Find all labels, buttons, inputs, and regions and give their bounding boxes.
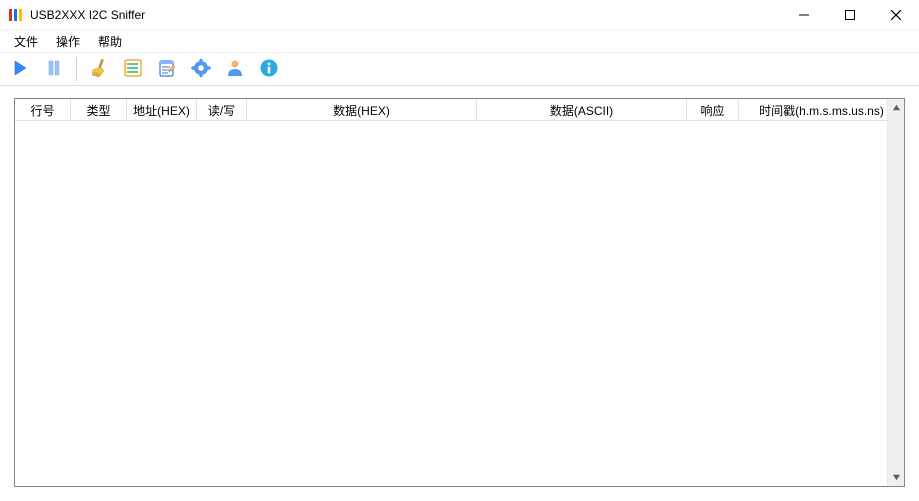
col-data-ascii[interactable]: 数据(ASCII) <box>477 99 687 121</box>
list-icon <box>123 58 143 81</box>
menu-bar: 文件 操作 帮助 <box>0 30 919 52</box>
info-icon <box>259 58 279 81</box>
menu-file[interactable]: 文件 <box>6 31 46 52</box>
start-button[interactable] <box>6 55 34 83</box>
info-button[interactable] <box>255 55 283 83</box>
col-timestamp[interactable]: 时间戳(h.m.s.ms.us.ns) <box>739 99 904 121</box>
col-row-number[interactable]: 行号 <box>15 99 71 121</box>
scroll-up-arrow[interactable] <box>888 99 905 116</box>
pause-icon <box>44 58 64 81</box>
broom-icon <box>89 58 109 81</box>
toolbar-separator <box>76 57 77 81</box>
toolbar <box>0 52 919 86</box>
clear-button[interactable] <box>85 55 113 83</box>
close-button[interactable] <box>873 0 919 30</box>
data-table[interactable]: 行号 类型 地址(HEX) 读/写 数据(HEX) 数据(ASCII) 响应 时… <box>14 98 905 487</box>
col-type[interactable]: 类型 <box>71 99 127 121</box>
log-button[interactable] <box>153 55 181 83</box>
menu-action[interactable]: 操作 <box>48 31 88 52</box>
table-header: 行号 类型 地址(HEX) 读/写 数据(HEX) 数据(ASCII) 响应 时… <box>15 99 904 121</box>
content-area: 行号 类型 地址(HEX) 读/写 数据(HEX) 数据(ASCII) 响应 时… <box>0 86 919 501</box>
table-body <box>15 121 887 486</box>
col-data-hex[interactable]: 数据(HEX) <box>247 99 477 121</box>
play-icon <box>10 58 30 81</box>
person-icon <box>225 58 245 81</box>
pause-button[interactable] <box>40 55 68 83</box>
minimize-button[interactable] <box>781 0 827 30</box>
maximize-button[interactable] <box>827 0 873 30</box>
window-title: USB2XXX I2C Sniffer <box>30 8 145 22</box>
settings-button[interactable] <box>187 55 215 83</box>
notepad-icon <box>157 58 177 81</box>
scroll-down-arrow[interactable] <box>888 469 905 486</box>
col-read-write[interactable]: 读/写 <box>197 99 247 121</box>
title-bar: USB2XXX I2C Sniffer <box>0 0 919 30</box>
menu-help[interactable]: 帮助 <box>90 31 130 52</box>
col-ack[interactable]: 响应 <box>687 99 739 121</box>
about-button[interactable] <box>221 55 249 83</box>
gear-icon <box>191 58 211 81</box>
col-address-hex[interactable]: 地址(HEX) <box>127 99 197 121</box>
vertical-scrollbar[interactable] <box>887 99 904 486</box>
app-icon <box>8 7 24 23</box>
list-button[interactable] <box>119 55 147 83</box>
